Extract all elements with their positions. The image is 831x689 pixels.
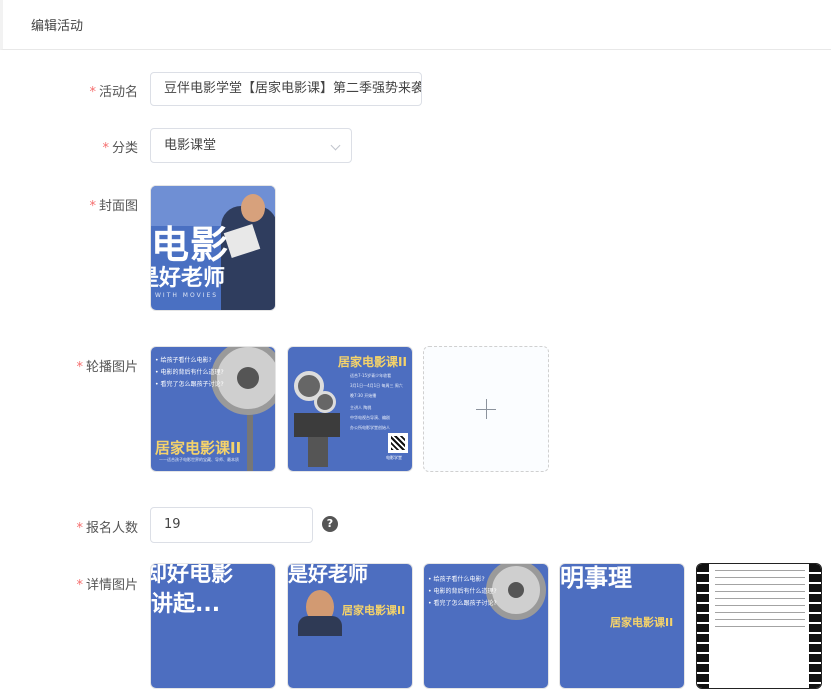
detail-image-5[interactable] bbox=[696, 563, 822, 689]
detail1-text-2: 讲起... bbox=[151, 592, 221, 617]
cover-image[interactable]: 电影 是好老师 WITH MOVIES bbox=[150, 185, 276, 311]
carousel-upload-button[interactable] bbox=[423, 346, 549, 472]
details-label: * 详情图片 bbox=[76, 578, 138, 593]
carousel-image-1[interactable]: • 给孩子看什么电影? • 电影的背后有什么道理? • 看完了怎么跟孩子讨论? … bbox=[150, 346, 276, 472]
carousel1-bullets: • 给孩子看什么电影? • 电影的背后有什么道理? • 看完了怎么跟孩子讨论? bbox=[155, 357, 224, 388]
name-label: * 活动名 bbox=[89, 85, 138, 100]
qr-code bbox=[388, 433, 408, 453]
detail-image-3[interactable]: • 给孩子看什么电影? • 电影的背后有什么道理? • 看完了怎么跟孩子讨论? bbox=[423, 563, 549, 689]
detail-image-2[interactable]: 是好老师 居家电影课II bbox=[287, 563, 413, 689]
page-title: 编辑活动 bbox=[31, 19, 84, 34]
cover-label: * 封面图 bbox=[89, 199, 138, 214]
detail3-bullets: • 给孩子看什么电影? • 电影的背后有什么道理? • 看完了怎么跟孩子讨论? bbox=[428, 576, 497, 607]
carousel1-title: 居家电影课II bbox=[155, 439, 242, 457]
required-mark: * bbox=[76, 578, 83, 593]
signup-count-input[interactable]: 19 bbox=[150, 507, 313, 543]
category-select[interactable]: 电影课堂 bbox=[150, 128, 352, 163]
qr-caption: 电影学堂 bbox=[386, 455, 402, 460]
plus-icon-vertical bbox=[486, 399, 487, 419]
carousel1-sub: ——适合孩子电影世界的宝藏、导师、最本质 bbox=[159, 457, 239, 462]
detail4-text-1: 明事理 bbox=[560, 564, 632, 592]
carousel-image-2[interactable]: 居家电影课II 适合7-15岁青少年收看 3月1日—4月1日 每周三 周六 晚7… bbox=[287, 346, 413, 472]
carousel2-title: 居家电影课II bbox=[338, 355, 407, 369]
required-mark: * bbox=[76, 521, 83, 536]
category-label: * 分类 bbox=[102, 141, 138, 156]
carousel-label: * 轮播图片 bbox=[76, 360, 138, 375]
cover-text-2: 是好老师 bbox=[151, 266, 226, 291]
detail1-text-1: 却好电影 bbox=[150, 563, 234, 587]
required-mark: * bbox=[89, 85, 96, 100]
name-input[interactable]: 豆伴电影学堂【居家电影课】第二季强势来袭 bbox=[150, 72, 422, 106]
required-mark: * bbox=[89, 199, 96, 214]
signup-label: * 报名人数 bbox=[76, 521, 138, 536]
help-icon[interactable]: ? bbox=[322, 516, 338, 532]
page-header: 编辑活动 bbox=[0, 0, 831, 50]
detail2-text-1: 是好老师 bbox=[288, 563, 368, 586]
cover-subtext: WITH MOVIES bbox=[155, 292, 219, 299]
detail-image-4[interactable]: 明事理 居家电影课II bbox=[559, 563, 685, 689]
required-mark: * bbox=[76, 360, 83, 375]
detail4-text-2: 居家电影课II bbox=[610, 616, 674, 629]
detail2-text-2: 居家电影课II bbox=[342, 604, 406, 617]
category-value: 电影课堂 bbox=[164, 138, 217, 153]
required-mark: * bbox=[102, 141, 109, 156]
carousel2-lines: 适合7-15岁青少年收看 3月1日—4月1日 每周三 周六 晚7:30 开始播 … bbox=[350, 373, 403, 430]
detail-image-1[interactable]: 却好电影 讲起... bbox=[150, 563, 276, 689]
chevron-down-icon bbox=[330, 140, 341, 151]
